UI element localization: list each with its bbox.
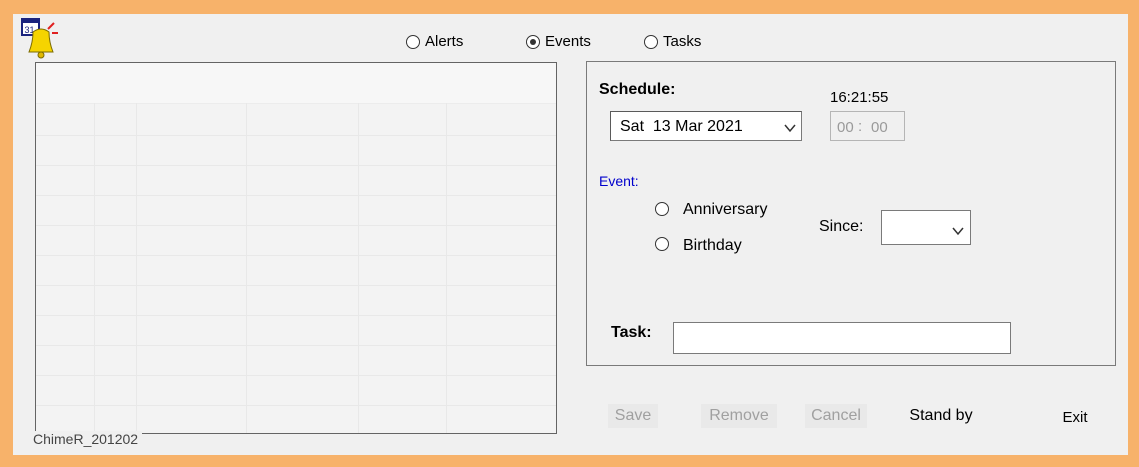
grid-line — [36, 195, 556, 196]
time-minute: 00 — [871, 119, 888, 136]
grid-line — [36, 135, 556, 136]
main-window: 31 Alerts Events Tasks ChimeR_201202 Sch… — [13, 14, 1128, 455]
time-input[interactable]: 00 : 00 — [830, 111, 905, 141]
grid-line — [94, 103, 95, 433]
grid-line — [36, 165, 556, 166]
task-input[interactable] — [673, 322, 1011, 354]
task-label: Task: — [611, 324, 652, 341]
tasks-radio-label[interactable]: Tasks — [663, 33, 701, 50]
calendar-bell-icon: 31 — [21, 18, 59, 60]
date-value: Sat 13 Mar 2021 — [620, 118, 743, 135]
alerts-radio[interactable] — [406, 35, 420, 49]
grid-line — [36, 255, 556, 256]
grid-line — [446, 103, 447, 433]
clock-display: 16:21:55 — [830, 89, 889, 106]
grid-line — [36, 285, 556, 286]
save-button[interactable]: Save — [608, 404, 658, 428]
grid-line — [36, 345, 556, 346]
events-radio[interactable] — [526, 35, 540, 49]
events-radio-label[interactable]: Events — [545, 33, 591, 50]
schedule-label: Schedule: — [599, 81, 676, 98]
birthday-radio[interactable] — [655, 237, 669, 251]
grid-line — [136, 103, 137, 433]
grid-line — [36, 405, 556, 406]
chevron-down-icon[interactable] — [952, 223, 964, 236]
grid-line — [36, 225, 556, 226]
anniversary-radio-label[interactable]: Anniversary — [683, 201, 767, 219]
birthday-radio-label[interactable]: Birthday — [683, 237, 742, 255]
grid-caption: ChimeR_201202 — [33, 431, 143, 447]
grid-line — [358, 103, 359, 433]
remove-button[interactable]: Remove — [701, 404, 777, 428]
standby-button[interactable]: Stand by — [899, 404, 983, 428]
since-label: Since: — [819, 218, 864, 235]
date-picker[interactable]: Sat 13 Mar 2021 — [610, 111, 802, 141]
time-hour: 00 — [837, 119, 854, 136]
alerts-radio-label[interactable]: Alerts — [425, 33, 463, 50]
cancel-button[interactable]: Cancel — [805, 404, 867, 428]
grid-line — [36, 315, 556, 316]
anniversary-radio[interactable] — [655, 202, 669, 216]
events-grid[interactable] — [35, 62, 557, 434]
grid-header — [36, 63, 556, 104]
exit-button[interactable]: Exit — [1053, 406, 1097, 430]
event-label: Event: — [599, 173, 639, 189]
since-dropdown[interactable] — [881, 210, 971, 245]
chevron-down-icon[interactable] — [784, 120, 796, 133]
grid-line — [246, 103, 247, 433]
grid-line — [36, 375, 556, 376]
time-separator: : — [858, 118, 863, 135]
tasks-radio[interactable] — [644, 35, 658, 49]
